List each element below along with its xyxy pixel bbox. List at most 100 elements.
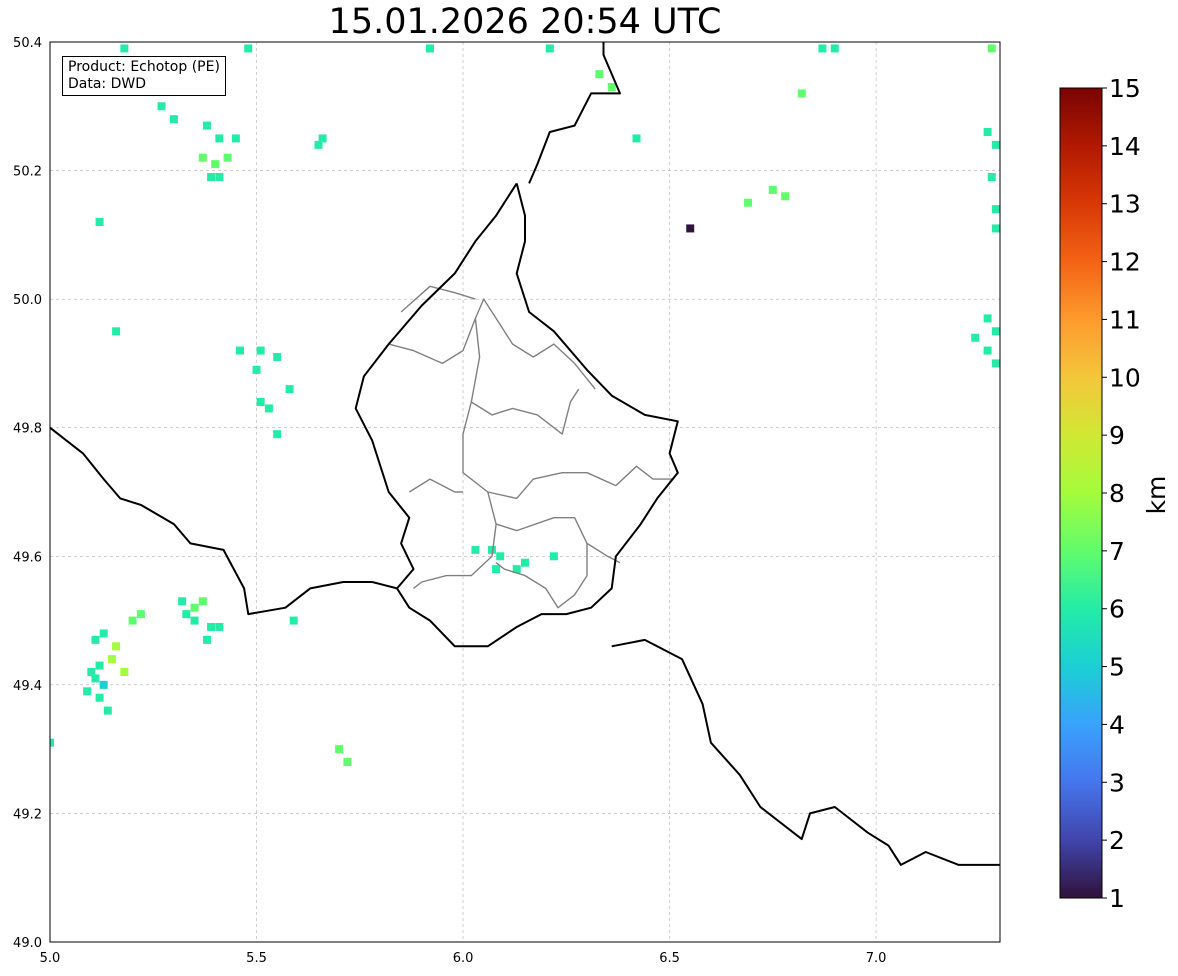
colorbar-tick-label: 4 (1109, 710, 1125, 739)
echo-pixel (991, 359, 1000, 368)
echo-pixel (252, 365, 261, 374)
echo-pixel (983, 128, 992, 136)
colorbar-ticks: 123456789101112131415 (1102, 74, 1141, 913)
echo-pixel (496, 552, 505, 561)
colorbar-tick-label: 2 (1109, 826, 1125, 855)
echo-pixel (190, 616, 199, 625)
x-tick-label: 5.0 (40, 951, 61, 966)
colorbar-tick-label: 12 (1109, 248, 1141, 277)
echo-pixel (335, 745, 344, 754)
echo-pixel (830, 44, 839, 53)
echo-pixel (95, 661, 104, 670)
y-tick-label: 49.4 (13, 679, 42, 694)
echo-pixel (207, 173, 216, 181)
echo-pixel (182, 610, 191, 619)
echo-pixel (120, 668, 129, 676)
colorbar-tick-label: 6 (1109, 595, 1125, 624)
echo-pixel (107, 655, 116, 664)
colorbar: 123456789101112131415 km (1059, 74, 1171, 913)
echo-pixel (797, 89, 806, 98)
echo-pixel (971, 333, 980, 342)
echo-pixel (256, 398, 265, 406)
echo-pixel (83, 687, 92, 696)
echo-pixel (607, 83, 616, 91)
echo-pixel (686, 224, 695, 233)
echo-pixel (231, 134, 240, 143)
map-plot-area[interactable] (50, 42, 1000, 942)
colorbar-tick-label: 8 (1109, 479, 1125, 508)
echo-pixel (112, 327, 121, 336)
info-box: Product: Echotop (PE) Data: DWD (62, 56, 226, 96)
echo-pixel (91, 635, 100, 644)
product-label: Product: Echotop (PE) (68, 59, 220, 75)
echo-pixel (207, 623, 216, 631)
echo-pixel (273, 430, 282, 439)
echo-pixel (632, 134, 641, 143)
echo-pixel (211, 160, 220, 169)
y-tick-label: 50.0 (13, 293, 42, 308)
echo-pixel (87, 668, 96, 676)
echo-pixel (112, 642, 121, 651)
y-tick-label: 50.2 (13, 165, 42, 180)
echo-pixel (215, 623, 224, 631)
echo-pixel (198, 597, 207, 606)
y-tick-label: 50.4 (13, 36, 42, 51)
echo-pixel (198, 153, 207, 162)
echo-pixel (991, 224, 1000, 233)
echo-pixel (289, 616, 298, 625)
colorbar-tick-label: 13 (1109, 190, 1141, 219)
echo-pixel (215, 173, 224, 181)
x-tick-label: 5.5 (246, 951, 267, 966)
echo-pixel (343, 758, 352, 766)
echo-pixel (103, 706, 112, 715)
echo-pixel (202, 121, 211, 130)
echo-pixel (99, 680, 108, 689)
echo-pixel (987, 44, 996, 53)
echo-pixel (236, 346, 244, 355)
echo-pixel (549, 552, 558, 561)
echo-pixel (128, 616, 137, 625)
y-axis-ticks: 49.0 49.2 49.4 49.6 49.8 50.0 50.2 50.4 (13, 36, 42, 951)
echo-pixel (521, 558, 529, 567)
colorbar-tick-label: 1 (1109, 884, 1125, 913)
echo-pixel (178, 597, 187, 606)
echo-pixel (157, 102, 166, 111)
echo-pixel (190, 603, 199, 612)
echo-pixel (744, 198, 753, 207)
echo-pixel (991, 140, 1000, 149)
echo-pixel (545, 44, 554, 53)
echo-pixel (120, 44, 129, 53)
colorbar-tick-label: 10 (1109, 363, 1141, 392)
echo-pixel (244, 44, 253, 53)
echo-pixel (987, 173, 996, 181)
echo-pixel (991, 327, 1000, 336)
echo-pixel (983, 314, 992, 323)
x-tick-label: 6.5 (659, 951, 680, 966)
echo-pixel (991, 205, 1000, 214)
echo-pixel (95, 693, 104, 702)
colorbar-tick-label: 9 (1109, 421, 1125, 450)
colorbar-tick-label: 14 (1109, 132, 1141, 161)
colorbar-tick-label: 15 (1109, 74, 1141, 103)
echo-pixel (768, 185, 777, 194)
y-tick-label: 49.2 (13, 807, 42, 822)
x-axis-ticks: 5.0 5.5 6.0 6.5 7.0 (40, 951, 887, 966)
echo-pixel (215, 134, 224, 143)
y-tick-label: 49.8 (13, 422, 42, 437)
x-tick-label: 7.0 (866, 951, 887, 966)
echo-pixel (273, 353, 282, 361)
echo-pixel (202, 635, 211, 644)
y-tick-label: 49.6 (13, 550, 42, 565)
colorbar-tick-label: 7 (1109, 537, 1125, 566)
echo-pixel (285, 385, 294, 394)
colorbar-unit-label: km (1142, 476, 1171, 515)
colorbar-tick-label: 3 (1109, 768, 1125, 797)
echo-pixel (256, 346, 265, 355)
echo-pixel (318, 134, 327, 143)
x-tick-label: 6.0 (453, 951, 474, 966)
echo-pixel (136, 610, 145, 619)
colorbar-gradient (1059, 87, 1103, 899)
echo-pixel (471, 545, 480, 554)
echo-pixel (781, 192, 790, 201)
echo-pixel (595, 70, 604, 79)
